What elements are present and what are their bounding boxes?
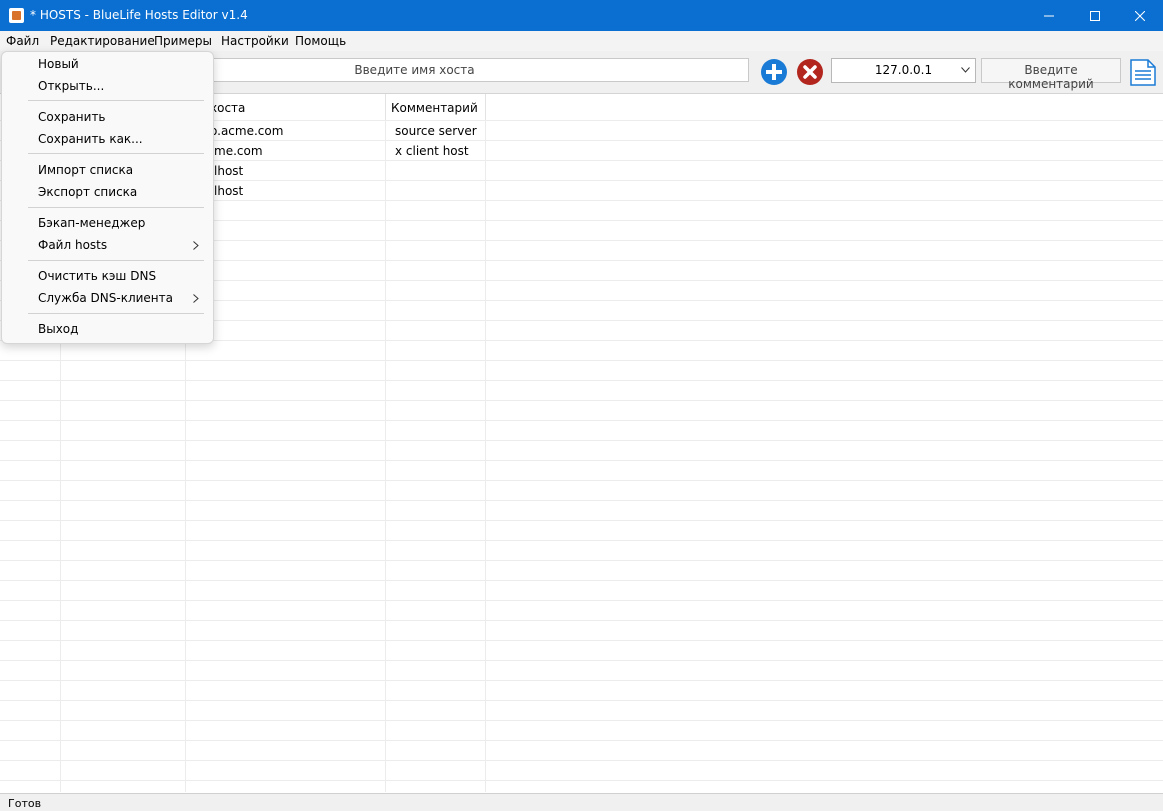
row-divider <box>0 400 1163 401</box>
file-menu-backup-manager[interactable]: Бэкап-менеджер <box>38 216 145 230</box>
row-divider <box>0 660 1163 661</box>
window-title: * HOSTS - BlueLife Hosts Editor v1.4 <box>30 8 248 22</box>
minimize-button[interactable] <box>1026 0 1072 31</box>
delete-entry-button[interactable] <box>797 59 823 85</box>
row-divider <box>0 620 1163 621</box>
notes-document-icon[interactable] <box>1130 59 1156 86</box>
menu-separator <box>28 153 204 154</box>
menu-examples[interactable]: Примеры <box>154 34 212 48</box>
table-cell-comment[interactable]: x client host <box>395 144 469 158</box>
column-header-comment[interactable]: Комментарий <box>386 94 486 120</box>
row-divider <box>0 380 1163 381</box>
row-divider <box>0 480 1163 481</box>
file-menu-exit[interactable]: Выход <box>38 322 78 336</box>
plus-icon <box>766 64 782 80</box>
row-divider <box>0 500 1163 501</box>
row-divider <box>0 560 1163 561</box>
table-cell-host[interactable]: lhost <box>214 184 243 198</box>
comment-input[interactable]: Введите комментарий <box>981 58 1121 91</box>
row-divider <box>0 440 1163 441</box>
file-menu-hosts-file[interactable]: Файл hosts <box>38 238 107 252</box>
menu-edit[interactable]: Редактирование <box>50 34 155 48</box>
row-divider <box>0 640 1163 641</box>
chevron-right-icon <box>193 241 199 250</box>
title-bar: * HOSTS - BlueLife Hosts Editor v1.4 <box>0 0 1163 31</box>
menu-bar: Файл Редактирование Примеры Настройки По… <box>0 31 1163 51</box>
row-divider <box>0 460 1163 461</box>
delete-x-icon <box>803 65 817 79</box>
menu-help[interactable]: Помощь <box>295 34 346 48</box>
file-menu-export[interactable]: Экспорт списка <box>38 185 137 199</box>
file-menu-open[interactable]: Открыть... <box>38 79 104 93</box>
status-bar: Готов <box>0 793 1163 811</box>
menu-file[interactable]: Файл <box>6 34 39 48</box>
file-menu-flush-dns[interactable]: Очистить кэш DNS <box>38 269 156 283</box>
row-divider <box>0 680 1163 681</box>
status-text: Готов <box>8 797 42 810</box>
row-divider <box>0 780 1163 781</box>
menu-separator <box>28 207 204 208</box>
chevron-right-icon <box>193 294 199 303</box>
row-divider <box>0 700 1163 701</box>
maximize-icon <box>1090 10 1100 21</box>
chevron-down-icon <box>961 67 970 73</box>
file-menu-save-as[interactable]: Сохранить как... <box>38 132 143 146</box>
table-cell-host[interactable]: me.com <box>214 144 263 158</box>
row-divider <box>0 360 1163 361</box>
menu-settings[interactable]: Настройки <box>221 34 289 48</box>
minimize-icon <box>1044 15 1054 16</box>
table-cell-comment[interactable]: source server <box>395 124 477 138</box>
close-button[interactable] <box>1117 0 1163 31</box>
file-menu-import[interactable]: Импорт списка <box>38 163 133 177</box>
ip-address-value: 127.0.0.1 <box>874 63 933 77</box>
row-divider <box>0 760 1163 761</box>
row-divider <box>0 600 1163 601</box>
file-menu-dns-client-service[interactable]: Служба DNS-клиента <box>38 291 173 305</box>
file-menu-save[interactable]: Сохранить <box>38 110 106 124</box>
row-divider <box>0 720 1163 721</box>
close-icon <box>1135 10 1145 21</box>
row-divider <box>0 520 1163 521</box>
add-entry-button[interactable] <box>761 59 787 85</box>
menu-separator <box>28 260 204 261</box>
row-divider <box>0 540 1163 541</box>
table-cell-host[interactable]: lhost <box>214 164 243 178</box>
column-header-host[interactable]: хоста <box>186 94 386 120</box>
table-cell-host[interactable]: o.acme.com <box>210 124 283 138</box>
row-divider <box>0 420 1163 421</box>
file-menu-new[interactable]: Новый <box>38 57 79 71</box>
app-icon <box>9 8 24 23</box>
ip-address-select[interactable]: 127.0.0.1 <box>831 58 976 83</box>
maximize-button[interactable] <box>1072 0 1118 31</box>
menu-separator <box>28 313 204 314</box>
row-divider <box>0 740 1163 741</box>
row-divider <box>0 580 1163 581</box>
menu-separator <box>28 100 204 101</box>
